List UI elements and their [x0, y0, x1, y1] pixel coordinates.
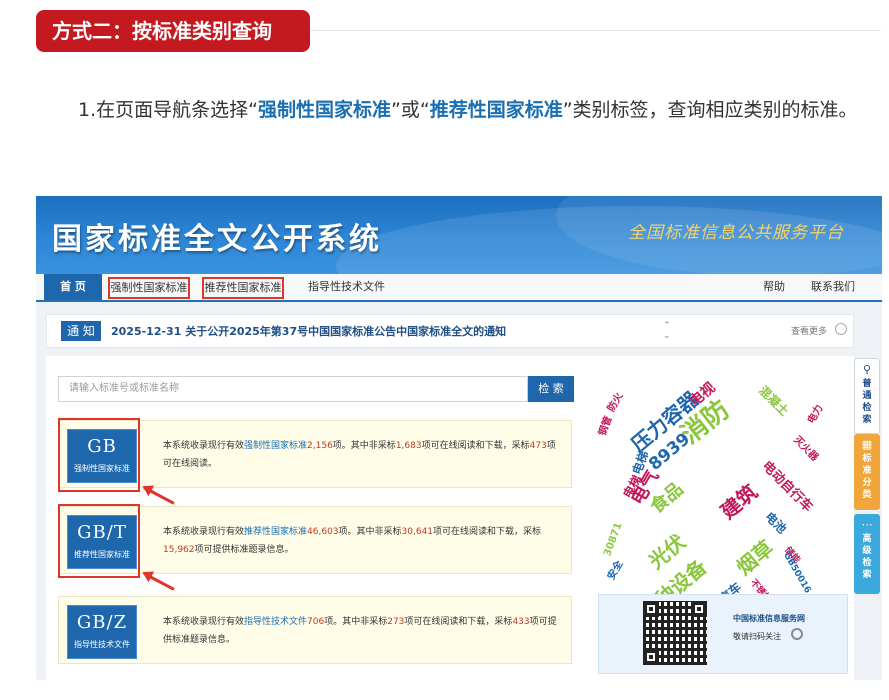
- qr-site-name: 中国标准信息服务网: [733, 614, 805, 623]
- keyword-link[interactable]: 安全: [603, 557, 626, 582]
- nav-mandatory-standards[interactable]: 强制性国家标准: [108, 277, 190, 299]
- nav-contact[interactable]: 联系我们: [811, 274, 855, 300]
- side-basic-search[interactable]: ⚲ 普通检索: [854, 358, 880, 434]
- card-description: 本系统收录现行有效强制性国家标准2,156项。其中非采标1,683项可在线阅读和…: [163, 441, 556, 469]
- nav-recommended-standards[interactable]: 推荐性国家标准: [202, 277, 284, 299]
- search-input[interactable]: 请输入标准号或标准名称: [58, 376, 528, 402]
- keyword-link[interactable]: 防火: [603, 389, 626, 414]
- keyword-link[interactable]: 30871: [602, 521, 624, 557]
- para-link-mandatory: 强制性国家标准: [257, 99, 391, 121]
- keyword-link[interactable]: 钢管: [594, 414, 614, 438]
- badge-gbz[interactable]: GB/Z 指导性技术文件: [67, 605, 137, 659]
- hot-keyword-cloud: 消防 压力容器 8939 食品 建筑 光伏 电气 特种设备 烟草 电动自行车 混凝土 电梯 电视 电池 汽车…: [586, 366, 852, 625]
- standard-card-gbz: GB/Z 指导性技术文件 本系统收录现行有效指导性技术文件706项。其中非采标2…: [58, 596, 572, 664]
- para-text-3: ”类别标签，查询相应类别的标准。: [562, 99, 858, 121]
- keyword-link[interactable]: 电动自行车: [759, 456, 818, 516]
- chevron-up-icon[interactable]: ⌃: [663, 321, 671, 331]
- card-description: 本系统收录现行有效推荐性国家标准46,603项。其中非采标30,641项可在线阅…: [163, 527, 542, 555]
- section-title: 方式二：按标准类别查询: [36, 10, 310, 52]
- notice-bar: 通 知 2025-12-31 关于公开2025年第37号中国国家标准公告中国家标…: [46, 314, 854, 348]
- nav-help[interactable]: 帮助: [763, 274, 785, 300]
- side-class-label: 标准分类: [862, 454, 872, 500]
- badge-code: GB/Z: [76, 612, 128, 633]
- instruction-paragraph: 1.在页面导航条选择“强制性国家标准”或“推荐性国家标准”类别标签，查询相应类别…: [36, 88, 886, 132]
- qr-code: [643, 601, 707, 665]
- keyword-link[interactable]: 灭火器: [791, 432, 823, 463]
- divider: [310, 30, 881, 31]
- side-classification[interactable]: ▦ 标准分类: [854, 434, 880, 510]
- highlight-frame-gb: [58, 418, 140, 492]
- nav-home[interactable]: 首 页: [44, 274, 102, 300]
- keyword-link[interactable]: 烟草: [729, 533, 778, 581]
- notice-link[interactable]: 2025-12-31 关于公开2025年第37号中国国家标准公告中国家标准全文的…: [111, 323, 506, 339]
- dots-icon: ⋯: [861, 518, 873, 531]
- notice-tag: 通 知: [61, 321, 101, 341]
- section-header: 方式二：按标准类别查询: [36, 10, 881, 52]
- keyword-link[interactable]: 混凝土: [755, 382, 792, 419]
- highlight-frame-gbt: [58, 504, 140, 578]
- notice-scroll-arrows[interactable]: ⌃ ⌄: [663, 321, 671, 341]
- grid-icon: ▦: [861, 438, 873, 451]
- arrow-icon: [143, 486, 175, 505]
- search-icon: ⚲: [862, 363, 872, 376]
- clock-icon: [835, 323, 847, 335]
- side-basic-label: 普通检索: [862, 379, 872, 425]
- keyword-link[interactable]: 建筑: [713, 477, 762, 525]
- keyword-link[interactable]: 电池: [762, 508, 791, 537]
- qr-follow-text: 敬请扫码关注: [733, 632, 781, 641]
- para-link-recommended: 推荐性国家标准: [429, 99, 563, 121]
- side-advanced-search[interactable]: ⋯ 高级检索: [854, 514, 880, 594]
- view-more-link[interactable]: 查看更多: [791, 324, 827, 337]
- system-screenshot: 国家标准全文公开系统 全国标准信息公共服务平台 首 页 强制性国家标准 推荐性国…: [36, 196, 882, 680]
- site-title: 国家标准全文公开系统: [52, 222, 382, 257]
- magnifier-icon: [791, 628, 803, 640]
- search-button[interactable]: 检 索: [528, 376, 574, 402]
- para-text-1: 1.在页面导航条选择“: [78, 99, 258, 121]
- arrow-icon: [143, 572, 175, 591]
- site-banner: 国家标准全文公开系统 全国标准信息公共服务平台: [36, 196, 882, 274]
- para-text-2: ”或“: [391, 99, 430, 121]
- keyword-link[interactable]: 电力: [803, 401, 826, 426]
- qr-card: 中国标准信息服务网 敬请扫码关注: [598, 594, 848, 674]
- nav-bar: 首 页 强制性国家标准 推荐性国家标准 指导性技术文件 帮助 联系我们: [36, 274, 882, 302]
- side-adv-label: 高级检索: [862, 534, 872, 580]
- nav-guidance-documents[interactable]: 指导性技术文件: [308, 274, 385, 300]
- site-slogan: 全国标准信息公共服务平台: [628, 223, 844, 243]
- chevron-down-icon[interactable]: ⌄: [663, 331, 671, 341]
- badge-sub: 指导性技术文件: [74, 640, 130, 649]
- main-panel: 请输入标准号或标准名称 检 索 GB 强制性国家标准 本系统收录现行有效强制性国…: [46, 356, 854, 680]
- card-description: 本系统收录现行有效指导性技术文件706项。其中非采标273项可在线阅读和下载，采…: [163, 617, 557, 645]
